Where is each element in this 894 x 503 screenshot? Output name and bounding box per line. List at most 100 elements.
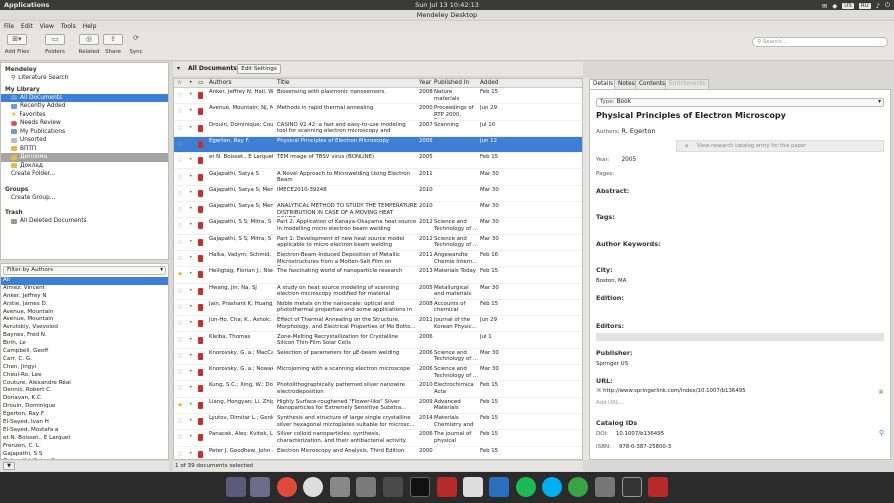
pdf-icon[interactable] (198, 173, 203, 181)
read-status-dot[interactable]: • (189, 304, 193, 311)
menu-file[interactable]: File (4, 23, 14, 30)
favorite-star-icon[interactable]: ☆ (177, 141, 183, 148)
table-row[interactable]: ☆ • Kleiba, Thomas Zone-Melting Recrystalli… (174, 333, 582, 349)
read-status-dot[interactable]: • (189, 271, 193, 278)
author-filter-item[interactable]: et N. Boisset., E Larquet (1, 435, 168, 443)
library-item-favorites[interactable]: ★ Favorites (1, 111, 168, 120)
pdf-icon[interactable] (198, 108, 203, 116)
author-filter-item[interactable]: El-Sayed, Ivan H (1, 419, 168, 427)
filter-toggle-icon[interactable]: ▼ (3, 462, 15, 470)
home-folder-icon[interactable] (330, 477, 350, 497)
table-row[interactable]: ☆ • Lyutov, Dimitar L.; Genk... Synthesis a… (174, 414, 582, 431)
author-filter-item[interactable]: All (1, 277, 168, 285)
read-status-dot[interactable]: • (189, 190, 193, 197)
edit-settings-button[interactable]: Edit Settings (237, 64, 281, 74)
table-row[interactable]: ☆ • Knorovsky, G. a.; Nowak... Microjoining… (174, 365, 582, 382)
read-status-dot[interactable]: • (189, 337, 193, 344)
skype-icon[interactable] (542, 477, 562, 497)
author-filter-item[interactable]: Dennis, Robert C. (1, 387, 168, 395)
pdf-icon[interactable] (198, 287, 203, 295)
chat-icon[interactable] (303, 477, 323, 497)
author-filter-item[interactable]: Avenue, Mountain (1, 316, 168, 324)
author-filter-item[interactable]: Couture, Alexandre Réal (1, 380, 168, 388)
favorite-star-icon[interactable]: ☆ (177, 353, 183, 360)
clock[interactable]: Sun Jul 13 10:42:13 (0, 1, 894, 9)
author-filter-item[interactable]: Baynes, Fred N. (1, 332, 168, 340)
table-row[interactable]: ☆ • Knorovsky, G. a.; MacCal... Selection o… (174, 349, 582, 366)
lookup-search-icon[interactable]: ⚲ (879, 429, 884, 437)
read-status-dot[interactable]: • (189, 451, 193, 458)
author-filter-item[interactable]: Drouin, Dominique (1, 403, 168, 411)
power-icon[interactable]: ⏻ (885, 1, 890, 10)
mail-icon[interactable]: ✉ (822, 2, 827, 10)
filter-select[interactable]: Filter by Authors ▾ (3, 266, 166, 275)
authors-value[interactable]: R. Egerton (621, 127, 655, 135)
library-item-recently-added[interactable]: Recently Added (1, 102, 168, 111)
pdf-icon[interactable] (198, 189, 203, 197)
games-icon[interactable] (383, 477, 403, 497)
table-row[interactable]: ★ • Liang, Hongyan; Li, Zhip... Highly Surf… (174, 398, 582, 414)
pages-label[interactable]: Pages: (596, 171, 614, 177)
writer-icon[interactable] (489, 477, 509, 497)
table-row[interactable]: ☆ • Gajapathi, Satya S A Novel Approach to … (174, 170, 582, 186)
editors-field[interactable] (596, 333, 884, 341)
library-folder-doklad[interactable]: Доклад (1, 162, 168, 171)
table-row[interactable]: ☆ • et N. Boisset., E Larquet TEM image of … (174, 153, 582, 170)
read-status-dot[interactable]: • (189, 239, 193, 246)
author-filter-item[interactable]: Gajapathi, Satya S (1, 458, 168, 459)
column-authors[interactable]: Authors (209, 80, 232, 86)
document-viewer-icon[interactable] (463, 477, 483, 497)
pdf-icon[interactable] (198, 140, 203, 148)
column-published-in[interactable]: Published In (434, 80, 469, 86)
edition-heading[interactable]: Edition: (596, 294, 624, 302)
favorite-star-icon[interactable]: ☆ (177, 206, 183, 213)
column-title[interactable]: Title (277, 80, 289, 86)
favorite-star-icon[interactable]: ☆ (177, 320, 183, 327)
read-status-dot[interactable]: • (189, 385, 193, 392)
table-row[interactable]: ☆ • Jain, Prashant K; Huang,... Noble metal… (174, 300, 582, 317)
volume-icon[interactable]: ♪ (876, 2, 880, 10)
table-row[interactable]: ☆ • Panacek, Ales; Kvitek, Li... Silver col… (174, 430, 582, 447)
favorite-star-icon[interactable]: ☆ (177, 125, 183, 132)
doi-value[interactable]: 10.1007/b136495 (616, 431, 664, 437)
spotify-icon[interactable] (516, 477, 536, 497)
table-row[interactable]: ☆ • Halka, Vadym; Schmid, ... Electron-Beam… (174, 251, 582, 268)
user-indicator[interactable]: RU (858, 2, 871, 9)
sync-button[interactable]: ⟳ Sync (126, 34, 146, 55)
inkscape-icon[interactable] (622, 477, 642, 497)
table-row[interactable]: ☆ • Drouin, Dominique; Cou... CASINO V2.42:… (174, 121, 582, 137)
table-row[interactable]: ☆ • Hwang, Jin; Na, SJ A study on heat sour… (174, 284, 582, 300)
favorite-star-icon[interactable]: ★ (177, 271, 183, 278)
read-status-dot[interactable]: • (189, 353, 193, 360)
read-status-dot[interactable]: • (189, 288, 193, 295)
pdf-icon[interactable] (198, 92, 203, 99)
menu-help[interactable]: Help (83, 23, 97, 30)
read-column-icon[interactable]: • (189, 80, 192, 86)
pdf-icon[interactable] (198, 206, 203, 214)
share-button[interactable]: ⇪ Share (103, 34, 123, 55)
related-button[interactable]: ◎ Related (78, 34, 100, 55)
pdf-icon[interactable] (198, 157, 203, 165)
read-status-dot[interactable]: • (189, 320, 193, 327)
table-row[interactable]: ☆ Egerton, Ray F. Physical Principles of E… (174, 136, 582, 154)
pdf-icon[interactable] (198, 352, 203, 360)
read-status-dot[interactable]: • (189, 402, 193, 409)
favorite-star-icon[interactable]: ☆ (177, 304, 183, 311)
library-item-my-publications[interactable]: My Publications (1, 128, 168, 137)
pdf-icon[interactable] (198, 434, 203, 442)
mendeley-active-icon[interactable] (648, 477, 668, 497)
read-status-dot[interactable]: • (189, 92, 193, 99)
library-item-unsorted[interactable]: Unsorted (1, 136, 168, 145)
view-catalog-button[interactable]: ⌂ View research catalog entry for this p… (676, 140, 884, 152)
read-status-dot[interactable]: • (189, 418, 193, 425)
pdf-icon[interactable] (198, 303, 203, 311)
column-added[interactable]: Added (480, 80, 498, 86)
add-files-button[interactable]: ⊞▾ Add Files (3, 34, 31, 55)
table-row[interactable]: ☆ • Gajapathi, S S; Mitra, S K... Part 2: A… (174, 218, 582, 235)
hangouts-icon[interactable] (568, 477, 588, 497)
read-status-dot[interactable]: • (189, 369, 193, 376)
pdf-icon[interactable] (198, 320, 203, 328)
table-row[interactable]: ☆ • Gajapathi, S S; Mitra, S K... Part 1: D… (174, 235, 582, 251)
read-status-dot[interactable]: • (189, 125, 193, 132)
favorite-star-icon[interactable]: ☆ (177, 92, 183, 99)
